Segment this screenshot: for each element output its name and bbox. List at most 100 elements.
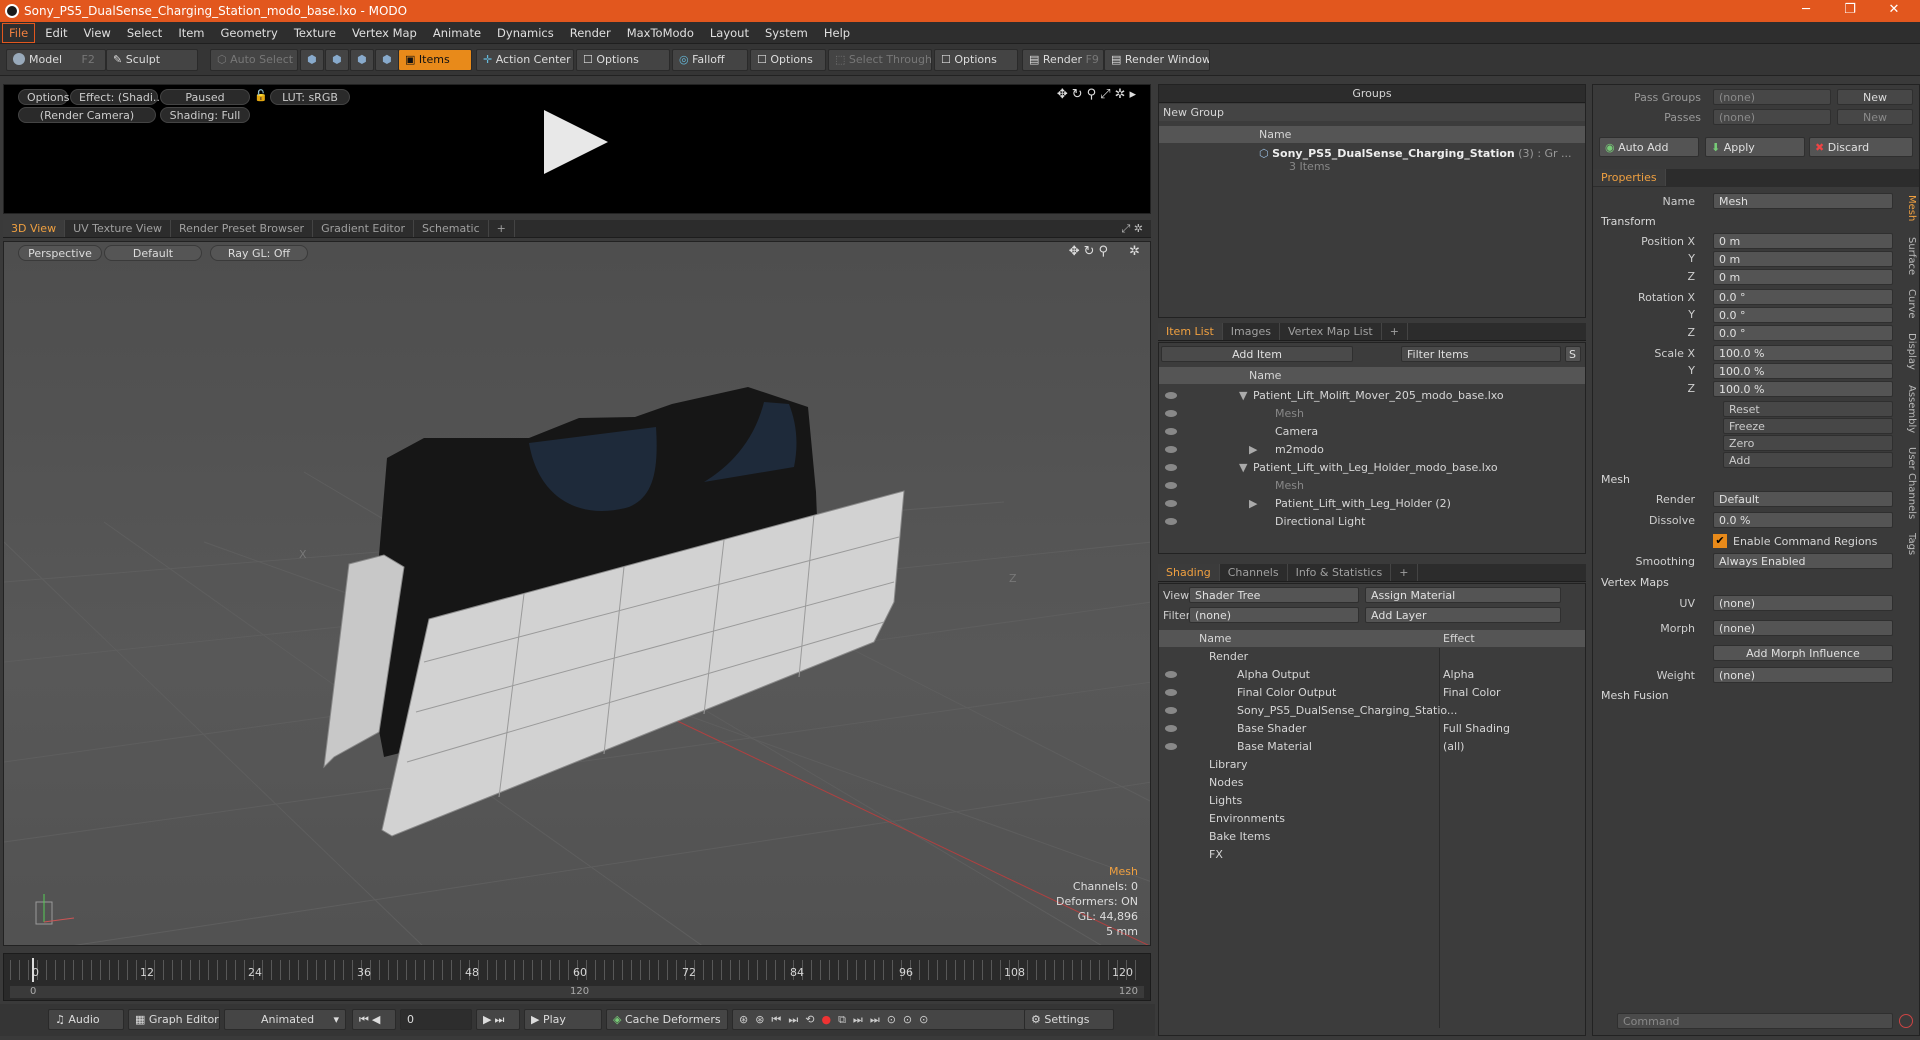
new-pass-button[interactable]: New: [1837, 109, 1913, 125]
polygon-mode-icon[interactable]: ⬢: [350, 49, 374, 71]
tab-channels[interactable]: Channels: [1220, 564, 1288, 581]
playhead[interactable]: [32, 958, 34, 982]
menu-edit[interactable]: Edit: [37, 22, 75, 44]
side-tab-display[interactable]: Display: [1901, 333, 1917, 370]
mesh-section[interactable]: Mesh: [1601, 473, 1630, 486]
minimize-button[interactable]: ─: [1786, 2, 1826, 20]
shader-row[interactable]: Lights: [1159, 792, 1585, 810]
shader-row[interactable]: Library: [1159, 756, 1585, 774]
menu-layout[interactable]: Layout: [702, 22, 757, 44]
sculpt-mode-button[interactable]: ✎ Sculpt: [106, 49, 198, 71]
side-tab-surface[interactable]: Surface: [1901, 237, 1917, 275]
graph-editor-button[interactable]: ▦ Graph Editor: [128, 1009, 220, 1030]
view-dropdown[interactable]: Shader Tree: [1189, 587, 1359, 603]
tab-images[interactable]: Images: [1223, 323, 1280, 340]
add-item-dropdown[interactable]: Add Item: [1161, 346, 1353, 362]
menu-dynamics[interactable]: Dynamics: [489, 22, 562, 44]
shader-row[interactable]: Base Material (all): [1159, 738, 1585, 756]
render-window-button[interactable]: ▤ Render Window: [1104, 49, 1210, 71]
close-button[interactable]: ✕: [1874, 2, 1914, 20]
action-center-options-button[interactable]: ☐ Options: [576, 49, 670, 71]
select-options-button[interactable]: ☐ Options: [934, 49, 1018, 71]
prev-key-buttons[interactable]: ⏮◀: [352, 1009, 396, 1030]
menu-animate[interactable]: Animate: [425, 22, 489, 44]
add-tab-button[interactable]: +: [1382, 323, 1408, 340]
shader-row[interactable]: Base Shader Full Shading: [1159, 720, 1585, 738]
visibility-eye-icon[interactable]: [1165, 707, 1177, 714]
tab-shading[interactable]: Shading: [1158, 564, 1220, 581]
next-key-buttons[interactable]: ▶⏭: [476, 1009, 520, 1030]
menu-file[interactable]: File: [2, 23, 36, 43]
lock-icon[interactable]: 🔓: [254, 89, 268, 102]
menu-select[interactable]: Select: [119, 22, 170, 44]
preview-options-button[interactable]: Options: [18, 89, 69, 105]
preview-nav-icons[interactable]: ✥↻⚲⤢✲▸: [1057, 87, 1140, 102]
menu-help[interactable]: Help: [816, 22, 858, 44]
model-mode-button[interactable]: Model F2: [6, 49, 106, 71]
3d-viewport[interactable]: Perspective Default Ray GL: Off ✥↻⚲ ✲ X …: [3, 241, 1151, 946]
preview-paused-button[interactable]: Paused: [160, 89, 250, 105]
filter-items-input[interactable]: Filter Items: [1401, 346, 1561, 362]
select-through-button[interactable]: ⬚ Select Through: [828, 49, 932, 71]
scale-y-field[interactable]: 100.0 %: [1713, 363, 1893, 379]
menu-system[interactable]: System: [757, 22, 816, 44]
vertex-mode-icon[interactable]: ⬢: [300, 49, 324, 71]
items-mode-button[interactable]: ▣ Items: [398, 49, 472, 71]
reset-dropdown[interactable]: Reset: [1723, 401, 1893, 417]
list-item[interactable]: Directional Light: [1159, 513, 1585, 531]
render-dropdown[interactable]: Default: [1713, 491, 1893, 507]
rotation-x-field[interactable]: 0.0 °: [1713, 289, 1893, 305]
list-item[interactable]: Mesh: [1159, 405, 1585, 423]
add-layer-dropdown[interactable]: Add Layer: [1365, 607, 1561, 623]
animated-dropdown[interactable]: Animated ▾: [224, 1009, 346, 1030]
audio-button[interactable]: ♫ Audio: [48, 1009, 124, 1030]
tab-render-preset-browser[interactable]: Render Preset Browser: [171, 220, 314, 237]
filter-dropdown[interactable]: (none): [1189, 607, 1359, 623]
range-bar[interactable]: 0 120 120: [10, 986, 1144, 998]
side-tab-mesh[interactable]: Mesh: [1901, 195, 1917, 221]
passes-dropdown[interactable]: (none): [1713, 109, 1831, 125]
tab-gradient-editor[interactable]: Gradient Editor: [313, 220, 414, 237]
auto-add-button[interactable]: ◉ Auto Add: [1599, 137, 1699, 157]
uv-dropdown[interactable]: (none): [1713, 595, 1893, 611]
new-group-button[interactable]: New Group: [1159, 104, 1585, 121]
preview-camera-dropdown[interactable]: (Render Camera): [18, 107, 156, 123]
pass-groups-dropdown[interactable]: (none): [1713, 89, 1831, 105]
viewport-expand-icon[interactable]: ⤢ ✲: [1121, 222, 1143, 236]
visibility-eye-icon[interactable]: [1165, 410, 1177, 417]
list-item[interactable]: ▼ Patient_Lift_Molift_Mover_205_modo_base…: [1159, 387, 1585, 405]
expand-arrow-icon[interactable]: ▶: [1249, 497, 1257, 510]
tab-vertex-map-list[interactable]: Vertex Map List: [1280, 323, 1382, 340]
dissolve-field[interactable]: 0.0 %: [1713, 512, 1893, 528]
menu-render[interactable]: Render: [562, 22, 619, 44]
new-pass-group-button[interactable]: New: [1837, 89, 1913, 105]
list-item[interactable]: Mesh: [1159, 477, 1585, 495]
add-dropdown[interactable]: Add: [1723, 452, 1893, 468]
maximize-button[interactable]: ❐: [1830, 2, 1870, 20]
visibility-eye-icon[interactable]: [1165, 500, 1177, 507]
frame-input[interactable]: 0: [400, 1009, 472, 1030]
visibility-eye-icon[interactable]: [1165, 482, 1177, 489]
visibility-eye-icon[interactable]: [1165, 464, 1177, 471]
shader-item-effect[interactable]: Final Color: [1443, 686, 1501, 699]
tab-item-list[interactable]: Item List: [1158, 323, 1223, 340]
edge-mode-icon[interactable]: ⬢: [325, 49, 349, 71]
name-field[interactable]: Mesh: [1713, 193, 1893, 209]
shader-row[interactable]: Environments: [1159, 810, 1585, 828]
shader-item-effect[interactable]: (all): [1443, 740, 1464, 753]
list-item[interactable]: ▶ Patient_Lift_with_Leg_Holder (2): [1159, 495, 1585, 513]
cache-deformers-button[interactable]: ◈ Cache Deformers: [606, 1009, 728, 1030]
apply-button[interactable]: ⬇ Apply: [1705, 137, 1805, 157]
auto-select-button[interactable]: ⬡ Auto Select: [210, 49, 298, 71]
add-tab-button[interactable]: +: [1391, 564, 1418, 581]
assign-material-dropdown[interactable]: Assign Material: [1365, 587, 1561, 603]
freeze-dropdown[interactable]: Freeze: [1723, 418, 1893, 434]
smoothing-dropdown[interactable]: Always Enabled: [1713, 553, 1893, 569]
list-item[interactable]: ▶ m2modo: [1159, 441, 1585, 459]
weight-dropdown[interactable]: (none): [1713, 667, 1893, 683]
preview-shading-dropdown[interactable]: Shading: Full: [160, 107, 250, 123]
visibility-eye-icon[interactable]: [1165, 518, 1177, 525]
side-tab-assembly[interactable]: Assembly: [1901, 385, 1917, 433]
add-tab-button[interactable]: +: [489, 220, 515, 237]
menu-vertex-map[interactable]: Vertex Map: [344, 22, 425, 44]
